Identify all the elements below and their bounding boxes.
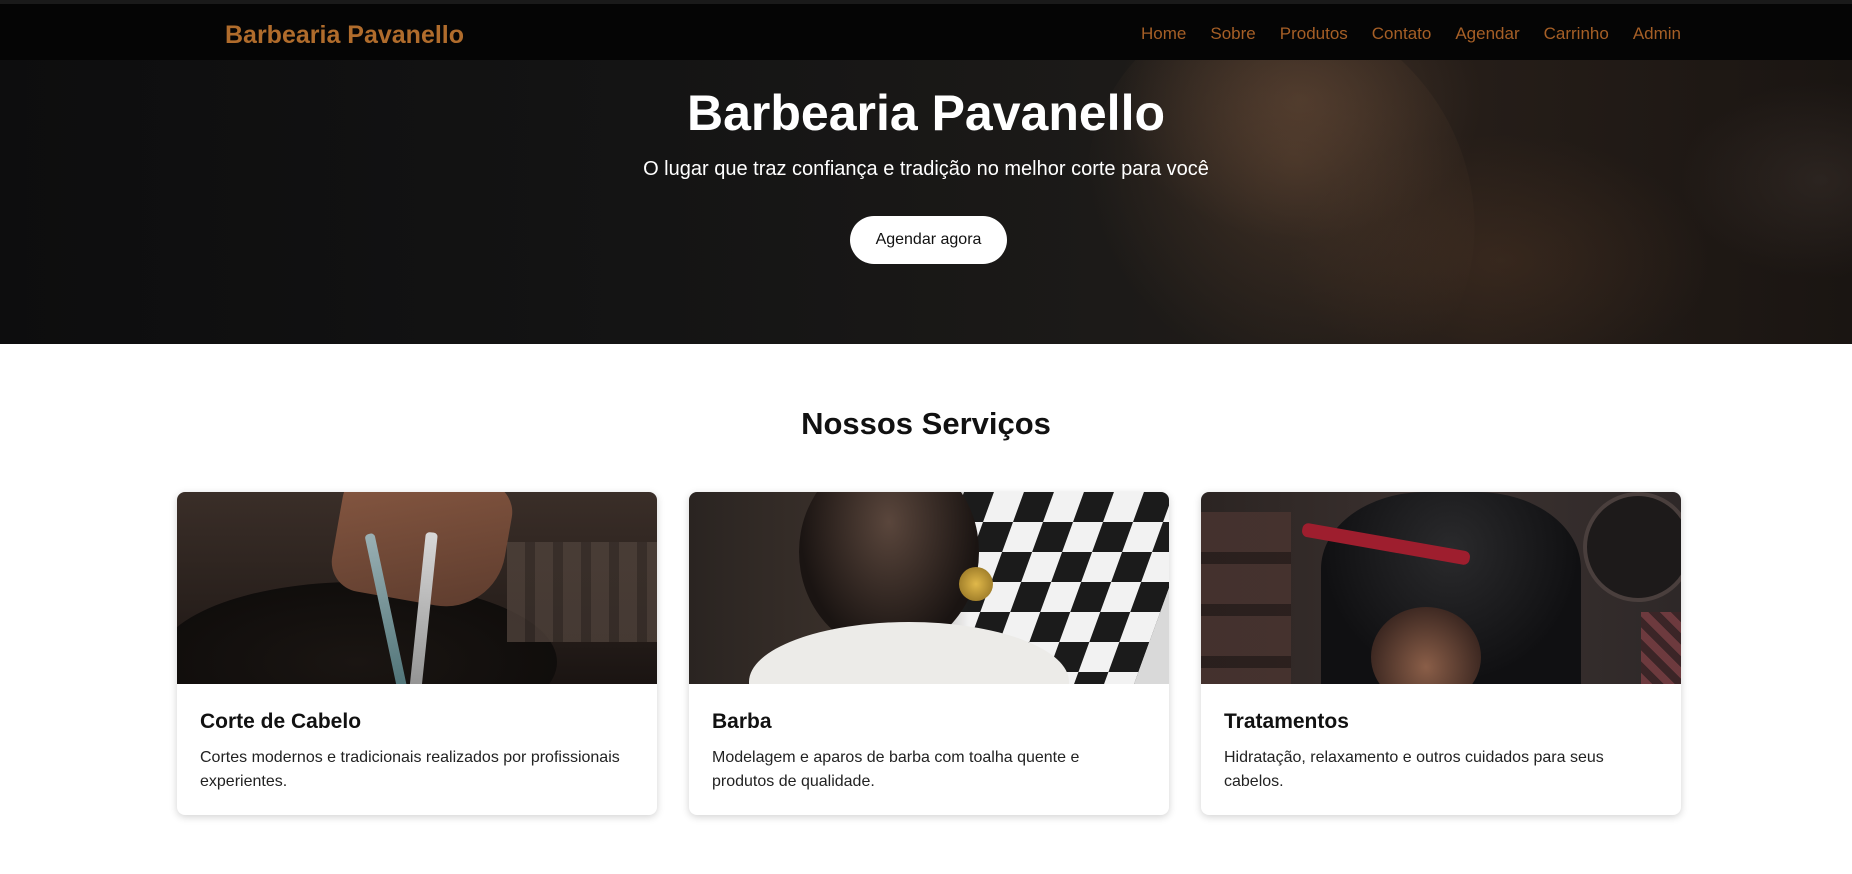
service-card-title: Tratamentos	[1224, 710, 1349, 733]
nav-link-contato[interactable]: Contato	[1372, 24, 1432, 44]
nav-link-carrinho[interactable]: Carrinho	[1544, 24, 1609, 44]
service-card-treatments: Tratamentos Hidratação, relaxamento e ou…	[1201, 492, 1681, 815]
nav-link-home[interactable]: Home	[1141, 24, 1186, 44]
service-card-description: Cortes modernos e tradicionais realizado…	[200, 749, 620, 790]
nav-link-sobre[interactable]: Sobre	[1210, 24, 1255, 44]
hero-subtitle: O lugar que traz confiança e tradição no…	[643, 158, 1209, 180]
service-card-title: Barba	[712, 710, 772, 733]
service-card-description: Hidratação, relaxamento e outros cuidado…	[1224, 749, 1604, 790]
hero-title: Barbearia Pavanello	[686, 85, 1166, 141]
nav-link-agendar[interactable]: Agendar	[1455, 24, 1519, 44]
nav-link-produtos[interactable]: Produtos	[1280, 24, 1348, 44]
service-card-beard: Barba Modelagem e aparos de barba com to…	[689, 492, 1169, 815]
hero-banner: Barbearia Pavanello O lugar que traz con…	[0, 60, 1852, 344]
schedule-now-button[interactable]: Agendar agora	[850, 216, 1007, 264]
nav-links: Home Sobre Produtos Contato Agendar Carr…	[1141, 24, 1681, 44]
haircut-image	[177, 492, 657, 684]
brand-logo-link[interactable]: Barbearia Pavanello	[225, 21, 464, 50]
treatments-image	[1201, 492, 1681, 684]
nav-link-admin[interactable]: Admin	[1633, 24, 1681, 44]
services-section-title: Nossos Serviços	[801, 406, 1051, 441]
navbar: Barbearia Pavanello Home Sobre Produtos …	[0, 0, 1852, 60]
service-card-title: Corte de Cabelo	[200, 710, 362, 733]
service-card-description: Modelagem e aparos de barba com toalha q…	[712, 749, 1080, 790]
beard-image	[689, 492, 1169, 684]
service-card-haircut: Corte de Cabelo Cortes modernos e tradic…	[177, 492, 657, 815]
